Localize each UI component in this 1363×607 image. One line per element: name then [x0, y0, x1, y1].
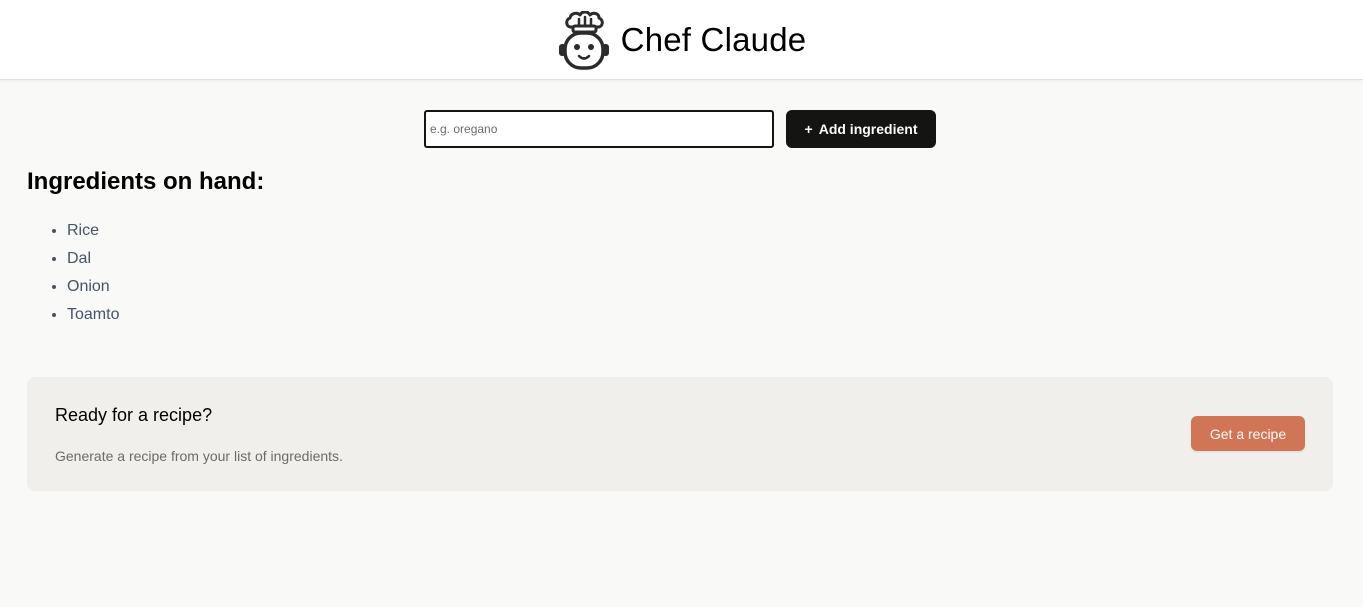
get-recipe-card: Ready for a recipe? Generate a recipe fr…	[27, 377, 1333, 491]
ingredient-item: Toamto	[67, 302, 119, 330]
recipe-card-title: Ready for a recipe?	[55, 405, 213, 425]
add-ingredient-form: + Add ingredient	[424, 110, 936, 148]
recipe-card-description: Generate a recipe from your list of ingr…	[55, 448, 343, 464]
plus-icon: +	[804, 121, 813, 137]
ingredient-list: Rice Dal Onion Toamto	[27, 218, 119, 330]
app-header: Chef Claude	[0, 0, 1363, 80]
ingredient-input[interactable]	[424, 110, 774, 148]
ingredient-item: Rice	[67, 218, 119, 246]
ingredient-item: Onion	[67, 274, 119, 302]
add-ingredient-label: Add ingredient	[818, 121, 918, 137]
get-recipe-button[interactable]: Get a recipe	[1191, 416, 1305, 451]
ingredient-item: Dal	[67, 246, 119, 274]
ingredients-heading: Ingredients on hand:	[27, 168, 265, 195]
chef-hat-face-icon	[558, 10, 609, 70]
add-ingredient-button[interactable]: + Add ingredient	[786, 110, 936, 148]
app-title: Chef Claude	[620, 20, 807, 58]
